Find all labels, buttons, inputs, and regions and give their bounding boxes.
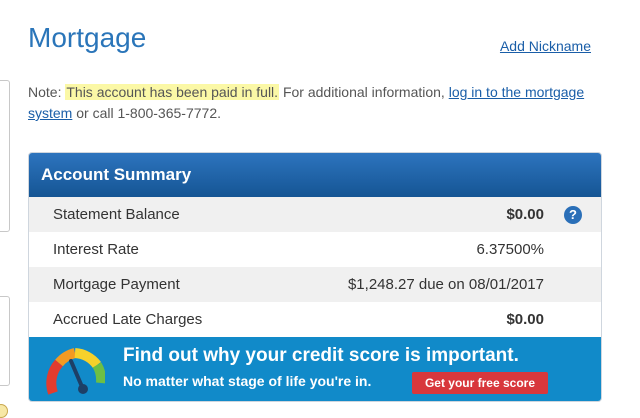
banner-subtitle: No matter what stage of life you're in. [123, 373, 372, 389]
summary-row-mortgage-payment: Mortgage Payment $1,248.27 due on 08/01/… [29, 267, 601, 302]
row-value: 6.37500% [476, 241, 544, 258]
banner-title: Find out why your credit score is import… [123, 345, 519, 366]
row-value: $1,248.27 due on 08/01/2017 [347, 276, 544, 293]
summary-row-interest-rate: Interest Rate 6.37500% [29, 232, 601, 267]
add-nickname-link[interactable]: Add Nickname [500, 38, 591, 54]
left-panel-edge [0, 80, 10, 232]
row-value: $0.00 [506, 311, 544, 328]
credit-score-banner[interactable]: Find out why your credit score is import… [29, 337, 601, 401]
account-summary-panel: Account Summary Statement Balance $0.00 … [28, 152, 602, 402]
row-label: Accrued Late Charges [53, 311, 203, 328]
summary-row-statement-balance: Statement Balance $0.00 ? [29, 197, 601, 232]
row-value: $0.00 [506, 206, 544, 223]
help-icon[interactable]: ? [564, 206, 582, 224]
row-label: Mortgage Payment [53, 276, 180, 293]
row-label: Interest Rate [53, 241, 139, 258]
note-middle: For additional information, [279, 84, 449, 100]
page-title: Mortgage [28, 22, 147, 53]
get-free-score-button[interactable]: Get your free score [412, 372, 548, 394]
note-suffix: or call 1-800-365-7772. [72, 105, 221, 121]
row-label: Statement Balance [53, 206, 180, 223]
note-prefix: Note: [28, 84, 66, 100]
summary-row-accrued-late-charges: Accrued Late Charges $0.00 [29, 302, 601, 337]
paid-in-full-note: Note: This account has been paid in full… [28, 82, 588, 124]
credit-gauge-icon [46, 348, 105, 395]
paid-in-full-highlight: This account has been paid in full. [65, 84, 280, 100]
left-badge-edge [0, 404, 8, 418]
account-summary-header: Account Summary [29, 153, 601, 197]
left-panel-edge [0, 296, 10, 386]
